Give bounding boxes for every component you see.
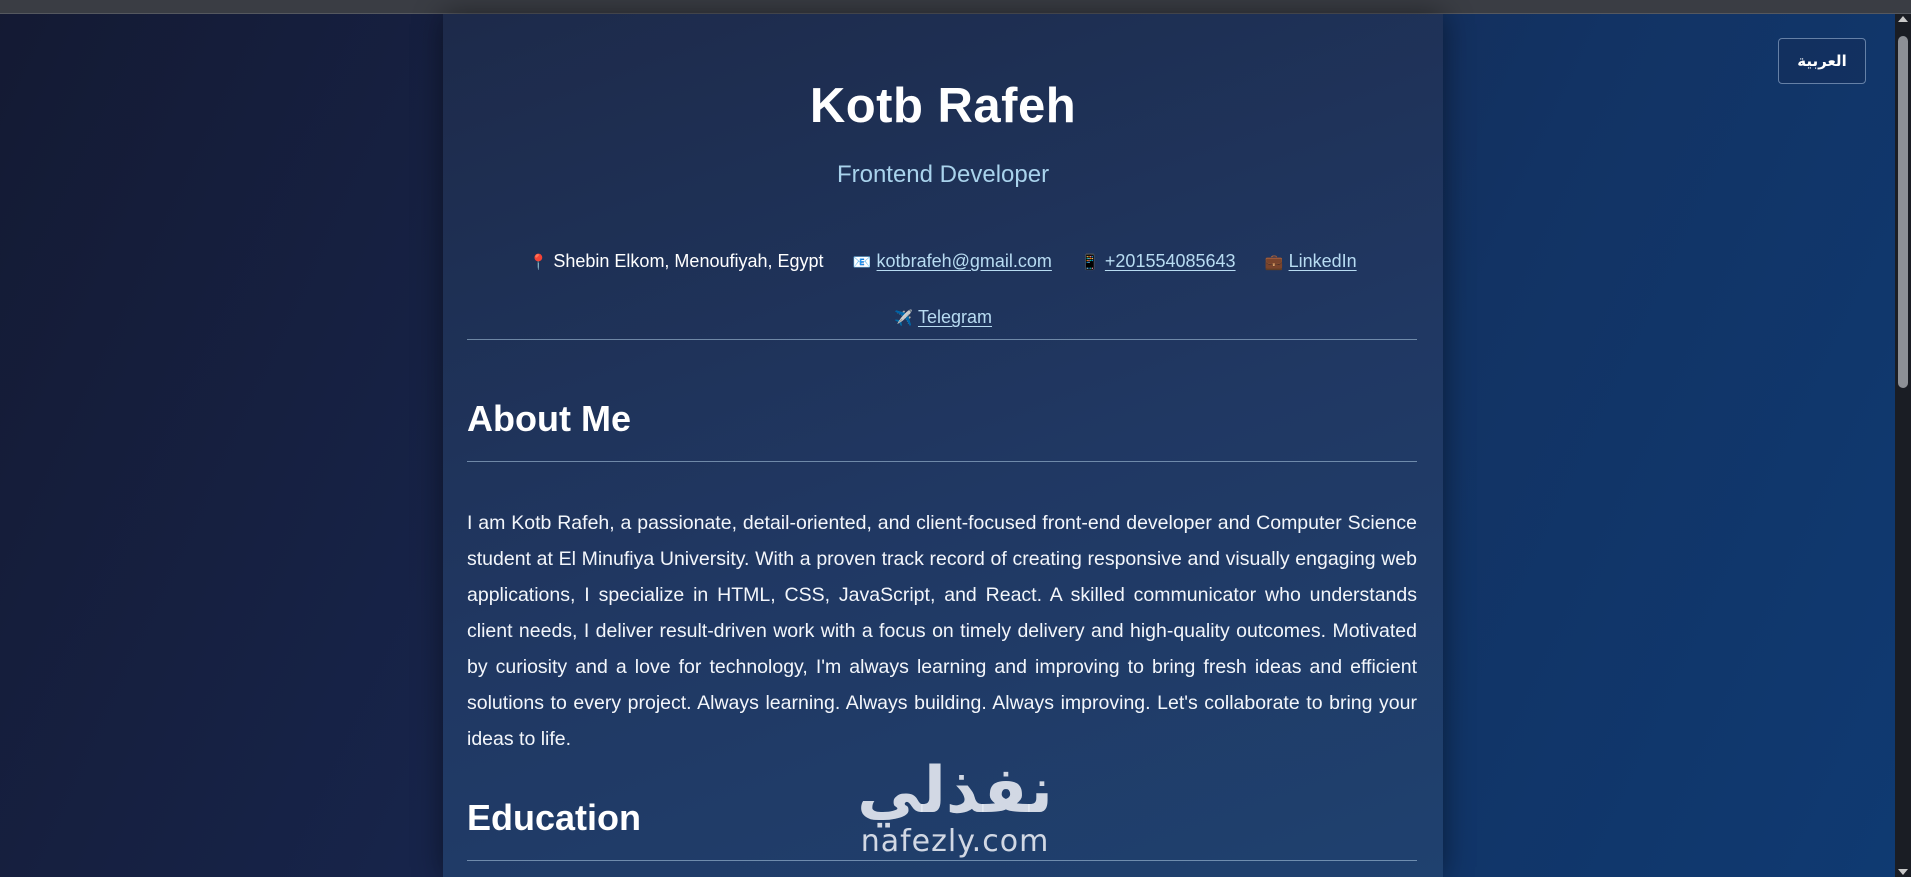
email-link[interactable]: kotbrafeh@gmail.com bbox=[877, 251, 1052, 271]
location-pin-icon: 📍 bbox=[529, 254, 549, 271]
scroll-down-arrow-icon[interactable] bbox=[1898, 869, 1908, 875]
resume-card: Kotb Rafeh Frontend Developer 📍 Shebin El… bbox=[443, 14, 1443, 877]
education-divider bbox=[467, 860, 1417, 861]
page-title: Kotb Rafeh bbox=[809, 79, 1077, 133]
about-section-title: About Me bbox=[467, 398, 631, 439]
airplane-icon: ✈️ bbox=[893, 310, 913, 327]
contact-email: 📧 kotbrafeh@gmail.com bbox=[853, 234, 1052, 290]
phone-link[interactable]: +201554085643 bbox=[1105, 251, 1236, 271]
education-section-title: Education bbox=[467, 797, 642, 838]
email-icon: 📧 bbox=[852, 254, 872, 271]
language-toggle-button[interactable]: العربية bbox=[1778, 38, 1866, 84]
about-divider bbox=[467, 461, 1417, 462]
browser-top-bar bbox=[0, 0, 1911, 14]
job-title: Frontend Developer bbox=[836, 161, 1050, 188]
vertical-scrollbar[interactable] bbox=[1895, 14, 1911, 877]
header-divider bbox=[467, 339, 1417, 340]
about-text: I am Kotb Rafeh, a passionate, detail-or… bbox=[467, 512, 1417, 750]
location-text: Shebin Elkom, Menoufiyah, Egypt bbox=[553, 251, 824, 271]
linkedin-link[interactable]: LinkedIn bbox=[1289, 251, 1357, 271]
scroll-up-arrow-icon[interactable] bbox=[1898, 16, 1908, 22]
scrollbar-thumb[interactable] bbox=[1898, 36, 1908, 388]
contact-linkedin: 💼 LinkedIn bbox=[1265, 234, 1357, 290]
briefcase-icon: 💼 bbox=[1264, 254, 1284, 271]
contact-telegram: ✈️ Telegram bbox=[894, 290, 992, 346]
contact-location: 📍 Shebin Elkom, Menoufiyah, Egypt bbox=[529, 234, 823, 290]
telegram-link[interactable]: Telegram bbox=[918, 307, 992, 327]
contact-list: 📍 Shebin Elkom, Menoufiyah, Egypt 📧 kotbra… bbox=[473, 234, 1413, 346]
phone-icon: 📱 bbox=[1080, 254, 1100, 271]
contact-phone: 📱 +201554085643 bbox=[1081, 234, 1236, 290]
